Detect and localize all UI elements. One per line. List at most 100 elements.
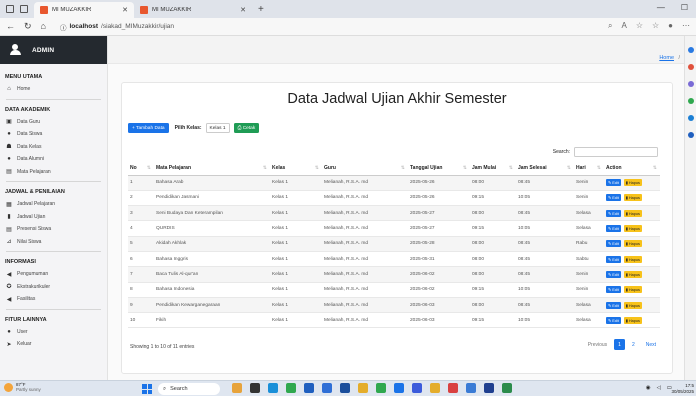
files-app-icon[interactable] [358, 383, 368, 393]
column-header[interactable]: Hari ⇅ [574, 161, 604, 176]
volume-icon[interactable]: ◁ [657, 385, 661, 391]
sort-icon[interactable]: ⇅ [463, 165, 467, 171]
sidebar-item-home[interactable]: ⌂ Home [5, 83, 107, 96]
column-header[interactable]: Jam Mulai ⇅ [470, 161, 516, 176]
sidebar-item-jadwal-pelajaran[interactable]: ▦ Jadwal Pelajaran [5, 198, 107, 211]
print-button[interactable]: ⎙ Cetak [233, 123, 260, 133]
office-icon[interactable] [687, 115, 694, 121]
favorites-bar-icon[interactable]: ☆ [652, 21, 659, 31]
close-tab-icon[interactable]: ✕ [240, 6, 246, 14]
profile-icon[interactable]: ● [668, 21, 673, 31]
shopping-icon[interactable] [687, 64, 694, 70]
edit-button[interactable]: ✎ Edit [606, 255, 621, 263]
media-app-icon[interactable] [448, 383, 458, 393]
chrome-app-icon[interactable] [286, 383, 296, 393]
outlook-icon[interactable] [687, 132, 694, 138]
delete-button[interactable]: ▮ Hapus [623, 225, 642, 233]
weather-widget[interactable]: 87°F Partly sunny [4, 382, 41, 392]
sort-icon[interactable]: ⇅ [315, 165, 319, 171]
sidebar-item-user[interactable]: ● User [5, 326, 107, 339]
app-icon[interactable] [412, 383, 422, 393]
clock[interactable]: 17:5 30/05/2025 [671, 383, 694, 394]
sidebar-item-nilai-siswa[interactable]: ⊿ Nilai Siswa [5, 236, 107, 249]
folder-app-icon[interactable] [430, 383, 440, 393]
edit-button[interactable]: ✎ Edit [606, 225, 621, 233]
task-view-icon[interactable] [250, 383, 260, 393]
favorite-icon[interactable]: ☆ [636, 21, 643, 31]
delete-button[interactable]: ▮ Hapus [623, 301, 642, 309]
xampp-app-icon[interactable] [484, 383, 494, 393]
info-icon[interactable]: ⓘ [60, 22, 67, 32]
zoom-icon[interactable]: ⌕ [608, 21, 612, 31]
delete-button[interactable]: ▮ Hapus [623, 240, 642, 248]
column-header[interactable]: Guru ⇅ [322, 161, 408, 176]
back-icon[interactable]: ← [6, 21, 15, 32]
add-data-button[interactable]: + Tambah Data [128, 123, 169, 133]
url-field[interactable]: ⓘ localhost/siakad_MIMuzakkir/ujian [60, 22, 174, 32]
sort-icon[interactable]: ⇅ [401, 165, 405, 171]
tools-icon[interactable] [687, 81, 694, 87]
delete-button[interactable]: ▮ Hapus [623, 316, 642, 324]
breadcrumb-home[interactable]: Home [659, 55, 674, 61]
sort-icon[interactable]: ⇅ [567, 165, 571, 171]
edit-button[interactable]: ✎ Edit [606, 301, 621, 309]
read-aloud-icon[interactable]: A [621, 21, 626, 31]
search-icon[interactable] [687, 47, 694, 53]
edit-button[interactable]: ✎ Edit [606, 179, 621, 187]
next-page-button[interactable]: Next [642, 339, 660, 350]
column-header[interactable]: Mata Pelajaran ⇅ [154, 161, 270, 176]
edit-button[interactable]: ✎ Edit [606, 194, 621, 202]
widgets-app-icon[interactable] [232, 383, 242, 393]
edge-app-icon[interactable] [268, 383, 278, 393]
column-header[interactable]: Tanggal Ujian ⇅ [408, 161, 470, 176]
more-icon[interactable]: ⋯ [682, 21, 690, 31]
sidebar-item-jadwal-ujian[interactable]: ▮ Jadwal Ujian [5, 211, 107, 224]
app-icon[interactable] [502, 383, 512, 393]
sidebar-item-presensi-siswa[interactable]: ▤ Presensi Siswa [5, 223, 107, 236]
tab-list-icon[interactable] [20, 5, 28, 13]
photoshop-app-icon[interactable] [340, 383, 350, 393]
sidebar-item-keluar[interactable]: ➤ Keluar [5, 338, 107, 351]
start-button[interactable] [142, 384, 152, 394]
telegram-app-icon[interactable] [466, 383, 476, 393]
sort-icon[interactable]: ⇅ [597, 165, 601, 171]
delete-button[interactable]: ▮ Hapus [623, 286, 642, 294]
page-1-button[interactable]: 1 [614, 339, 625, 350]
column-header[interactable]: Action ⇅ [604, 161, 660, 176]
sort-icon[interactable]: ⇅ [509, 165, 513, 171]
taskbar-search[interactable]: ⌕ Search [158, 383, 220, 395]
browser-tab-2[interactable]: MI MUZAKKIR ✕ [134, 2, 252, 18]
page-2-button[interactable]: 2 [628, 339, 639, 350]
new-tab-icon[interactable]: + [252, 4, 264, 15]
edit-button[interactable]: ✎ Edit [606, 316, 621, 324]
delete-button[interactable]: ▮ Hapus [623, 255, 642, 263]
sidebar-item-pengumuman[interactable]: ◀ Pengumuman [5, 268, 107, 281]
sidebar-item-ekstrakurikuler[interactable]: ✪ Ekstrakurikuler [5, 281, 107, 294]
sidebar-item-data-guru[interactable]: ▣ Data Guru [5, 116, 107, 129]
sidebar-item-data-siswa[interactable]: ● Data Siswa [5, 128, 107, 141]
column-header[interactable]: Jam Selesai ⇅ [516, 161, 574, 176]
delete-button[interactable]: ▮ Hapus [623, 270, 642, 278]
games-icon[interactable] [687, 98, 694, 104]
delete-button[interactable]: ▮ Hapus [623, 194, 642, 202]
close-tab-icon[interactable]: ✕ [122, 6, 128, 14]
edit-button[interactable]: ✎ Edit [606, 209, 621, 217]
edit-button[interactable]: ✎ Edit [606, 240, 621, 248]
home-icon[interactable]: ⌂ [41, 21, 46, 32]
sidebar-item-mata-pelajaran[interactable]: ▤ Mata Pelajaran [5, 166, 107, 179]
column-header[interactable]: No ⇅ [128, 161, 154, 176]
browser-tab-1[interactable]: MI MUZAKKIR ✕ [34, 2, 134, 18]
brand[interactable]: ADMIN [0, 36, 107, 64]
sidebar-item-data-alumni[interactable]: ● Data Alumni [5, 153, 107, 166]
sidebar-item-fasilitas[interactable]: ◀ Fasilitas [5, 293, 107, 306]
reload-icon[interactable]: ↻ [24, 21, 32, 32]
wifi-icon[interactable]: ◉ [646, 385, 651, 391]
minimize-icon[interactable]: — [657, 3, 665, 12]
delete-button[interactable]: ▮ Hapus [623, 179, 642, 187]
word-app-icon[interactable] [304, 383, 314, 393]
column-header[interactable]: Kelas ⇅ [270, 161, 322, 176]
sort-icon[interactable]: ⇅ [653, 165, 657, 171]
whatsapp-app-icon[interactable] [376, 383, 386, 393]
maximize-icon[interactable]: ☐ [681, 3, 688, 12]
search-input[interactable] [574, 147, 658, 157]
